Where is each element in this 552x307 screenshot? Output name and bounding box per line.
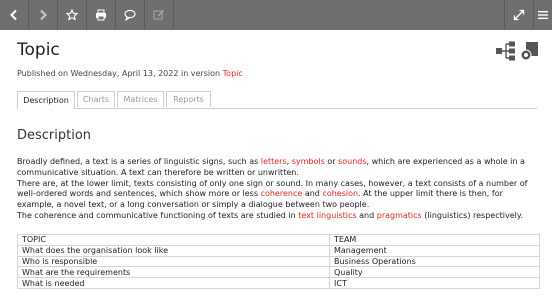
table-row: Who is responsible Business Operations (17, 255, 540, 268)
tab-reports[interactable]: Reports (166, 91, 211, 107)
page-title: Topic (17, 40, 60, 60)
edit-icon (153, 10, 164, 20)
topic-team-table: TOPIC TEAM What does the organisation lo… (17, 234, 540, 289)
description-text: Broadly defined, a text is a series of l… (17, 157, 528, 220)
link-sounds[interactable]: sounds (338, 157, 366, 166)
table-cell: ICT (329, 277, 540, 289)
structure-diagram-icon[interactable] (495, 41, 517, 61)
speech-bubble-icon (124, 9, 136, 21)
forward-button[interactable] (29, 0, 57, 30)
link-cohesion[interactable]: cohesion (322, 189, 358, 198)
table-cell: What does the organisation look like (17, 244, 330, 257)
table-row: What is needed ICT (17, 277, 540, 289)
link-letters[interactable]: letters (261, 157, 287, 166)
expand-icon (513, 9, 525, 21)
printer-icon (96, 9, 106, 21)
chevron-left-icon (10, 9, 17, 21)
tab-description[interactable]: Description (17, 91, 75, 109)
table-cell: What is needed (17, 277, 330, 289)
process-model-icon[interactable] (520, 41, 540, 61)
link-symbols[interactable]: symbols (292, 157, 325, 166)
print-button[interactable] (87, 0, 115, 30)
table-header-cell: TOPIC (17, 234, 330, 246)
back-button[interactable] (0, 0, 28, 30)
table-row: What does the organisation look like Man… (17, 244, 540, 257)
chevron-right-icon (40, 9, 47, 21)
table-header-row: TOPIC TEAM (17, 234, 540, 246)
favorite-button[interactable] (58, 0, 86, 30)
description-heading: Description (17, 128, 92, 143)
tab-bar: Description Charts Matrices Reports (17, 91, 537, 109)
table-cell: What are the requirements (17, 266, 330, 279)
table-cell: Business Operations (329, 255, 540, 268)
link-coherence[interactable]: coherence (261, 189, 303, 198)
table-cell: Quality (329, 266, 540, 279)
table-cell: Who is responsible (17, 255, 330, 268)
table-cell: Management (329, 244, 540, 257)
link-text-linguistics[interactable]: text linguistics (298, 211, 356, 220)
toolbar (0, 0, 552, 30)
tab-charts[interactable]: Charts (77, 91, 115, 107)
published-info: Published on Wednesday, April 13, 2022 i… (17, 69, 243, 78)
table-row: What are the requirements Quality (17, 266, 540, 279)
star-icon (66, 9, 78, 21)
version-link[interactable]: Topic (223, 69, 243, 78)
comment-button[interactable] (116, 0, 144, 30)
edit-button[interactable] (145, 0, 173, 30)
tab-matrices[interactable]: Matrices (117, 91, 164, 107)
table-header-cell: TEAM (329, 234, 540, 246)
hamburger-icon (538, 11, 548, 19)
expand-button[interactable] (505, 0, 533, 30)
link-pragmatics[interactable]: pragmatics (377, 211, 422, 220)
menu-button[interactable] (534, 0, 552, 30)
